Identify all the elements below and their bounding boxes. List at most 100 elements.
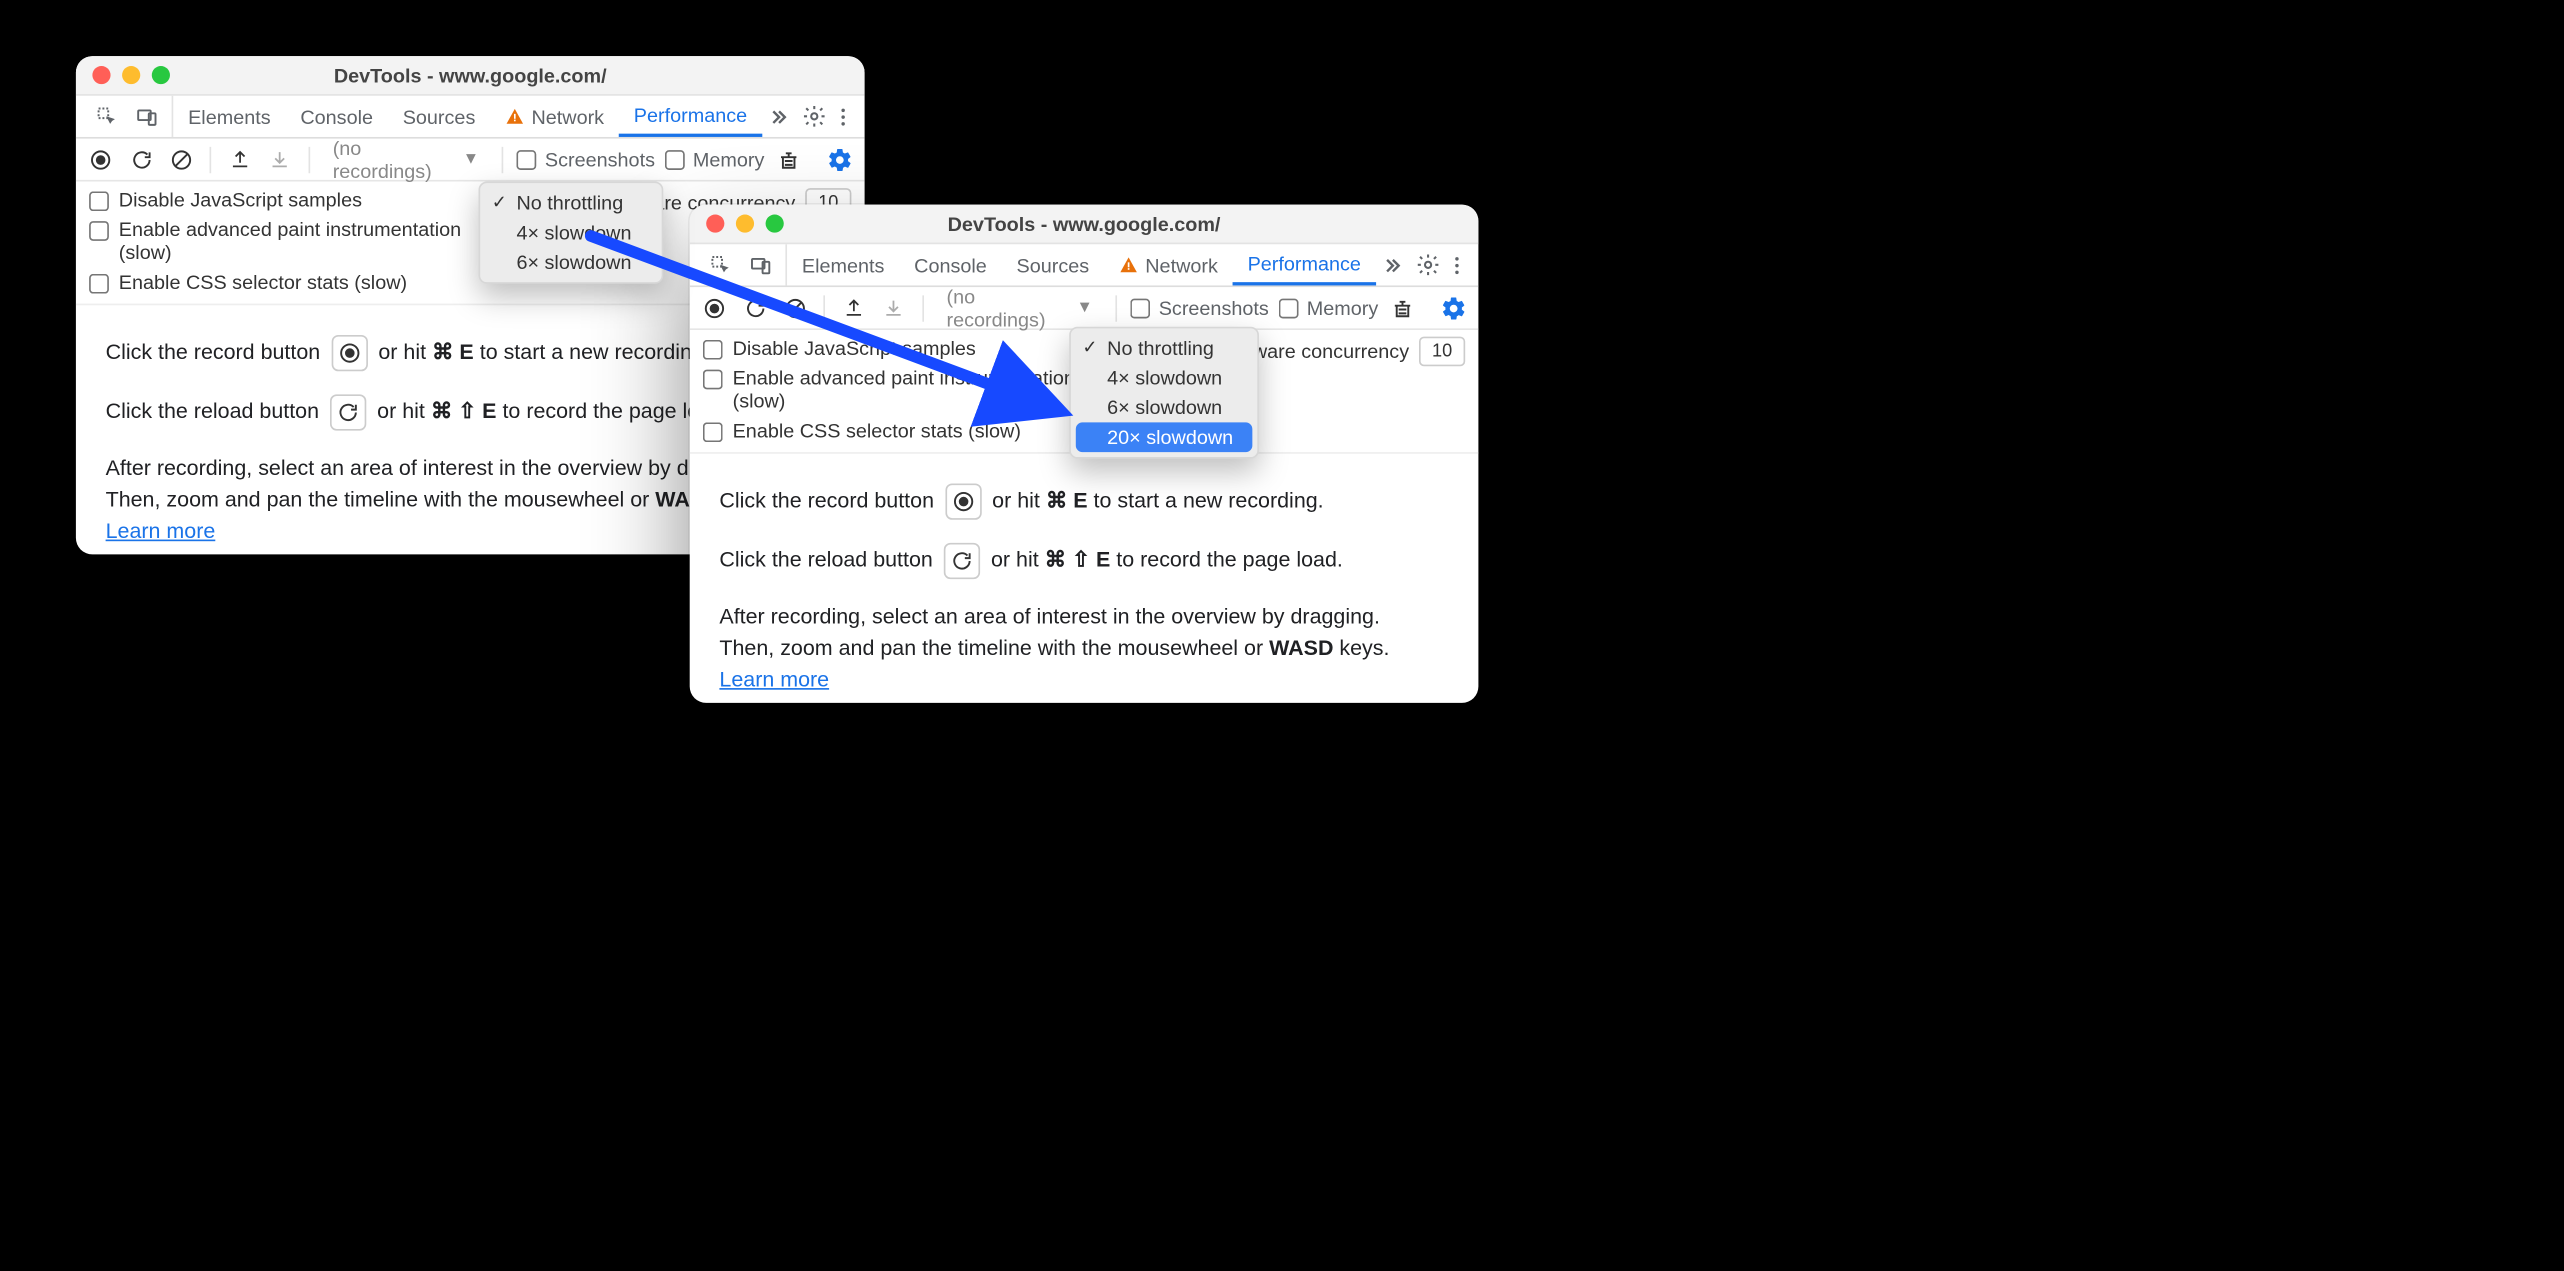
more-tabs-icon[interactable] (1376, 250, 1406, 280)
warning-icon (1119, 255, 1139, 275)
tab-bar: Elements Console Sources Network Perform… (76, 96, 865, 139)
tab-network[interactable]: Network (1104, 244, 1233, 285)
throttle-option-6x[interactable]: 6× slowdown (1071, 393, 1258, 423)
disable-js-checkbox[interactable] (703, 340, 723, 360)
css-selector-checkbox[interactable] (89, 274, 109, 294)
device-toolbar-icon[interactable] (746, 250, 776, 280)
record-button[interactable] (86, 143, 116, 176)
advanced-paint-label: Enable advanced paint instrumentation (s… (733, 366, 1119, 412)
advanced-paint-checkbox[interactable] (89, 221, 109, 241)
css-selector-checkbox[interactable] (703, 422, 723, 442)
screenshots-label: Screenshots (545, 148, 655, 171)
css-selector-label: Enable CSS selector stats (slow) (733, 419, 1021, 442)
recordings-select[interactable]: (no recordings) ▼ (937, 291, 1103, 324)
reload-inline-icon (944, 543, 980, 579)
memory-checkbox[interactable]: Memory (1279, 296, 1379, 319)
recordings-select[interactable]: (no recordings) ▼ (323, 143, 489, 176)
titlebar: DevTools - www.google.com/ (690, 205, 1479, 245)
record-shortcut: ⌘ E (432, 339, 474, 364)
screenshots-checkbox[interactable]: Screenshots (517, 148, 655, 171)
clear-button[interactable] (166, 143, 196, 176)
minimize-icon[interactable] (736, 215, 754, 233)
record-hint-tail: to start a new recording. (1094, 487, 1324, 512)
tab-console[interactable]: Console (899, 244, 1001, 285)
upload-profile-button[interactable] (838, 291, 868, 324)
tab-sources[interactable]: Sources (388, 96, 490, 137)
record-hint-suffix: or hit (378, 339, 432, 364)
settings-gear-icon[interactable] (1412, 250, 1442, 280)
chevron-down-icon: ▼ (1076, 299, 1092, 317)
throttle-option-none[interactable]: No throttling (1071, 333, 1258, 363)
collect-garbage-button[interactable] (1388, 291, 1418, 324)
after-line2a: Then, zoom and pan the timeline with the… (719, 635, 1269, 660)
inspect-icon[interactable] (706, 250, 736, 280)
tab-performance[interactable]: Performance (619, 96, 762, 137)
memory-checkbox[interactable]: Memory (665, 148, 765, 171)
inspect-icon[interactable] (92, 101, 122, 131)
download-profile-button[interactable] (878, 291, 908, 324)
capture-settings-icon[interactable] (1438, 291, 1468, 324)
close-icon[interactable] (92, 66, 110, 84)
record-inline-icon (945, 483, 981, 519)
upload-profile-button[interactable] (224, 143, 254, 176)
record-shortcut: ⌘ E (1046, 487, 1088, 512)
reload-button[interactable] (740, 291, 770, 324)
hw-conc-value[interactable]: 10 (1419, 337, 1465, 367)
settings-gear-icon[interactable] (799, 101, 829, 131)
tab-bar: Elements Console Sources Network Perform… (690, 244, 1479, 287)
reload-hint-suffix: or hit (377, 398, 431, 423)
kebab-menu-icon[interactable] (1442, 250, 1472, 280)
tab-elements[interactable]: Elements (173, 96, 285, 137)
reload-shortcut: ⌘ ⇧ E (1045, 547, 1111, 572)
chevron-down-icon: ▼ (463, 150, 479, 168)
traffic-lights (76, 66, 170, 84)
device-toolbar-icon[interactable] (132, 101, 162, 131)
zoom-icon[interactable] (152, 66, 170, 84)
window-title: DevTools - www.google.com/ (76, 64, 865, 87)
tab-performance[interactable]: Performance (1233, 244, 1376, 285)
tab-sources[interactable]: Sources (1002, 244, 1104, 285)
tab-network[interactable]: Network (490, 96, 619, 137)
record-hint-tail: to start a new recording. (480, 339, 710, 364)
disable-js-checkbox[interactable] (89, 191, 109, 211)
capture-settings: Disable JavaScript samples CPU: Enable a… (690, 330, 1479, 454)
throttle-option-6x[interactable]: 6× slowdown (480, 248, 661, 278)
css-selector-label: Enable CSS selector stats (slow) (119, 271, 407, 294)
collect-garbage-button[interactable] (774, 143, 804, 176)
clear-button[interactable] (780, 291, 810, 324)
memory-label: Memory (693, 148, 765, 171)
cpu-throttling-dropdown[interactable]: No throttling 4× slowdown 6× slowdown 20… (1069, 327, 1259, 459)
minimize-icon[interactable] (122, 66, 140, 84)
download-profile-button[interactable] (265, 143, 295, 176)
after-line2c: keys. (1333, 635, 1389, 660)
record-inline-icon (331, 335, 367, 371)
warning-icon (505, 106, 525, 126)
more-tabs-icon[interactable] (762, 101, 792, 131)
titlebar: DevTools - www.google.com/ (76, 56, 865, 96)
window-title: DevTools - www.google.com/ (690, 212, 1479, 235)
traffic-lights (690, 215, 784, 233)
screenshots-checkbox[interactable]: Screenshots (1131, 296, 1269, 319)
reload-hint-prefix: Click the reload button (719, 547, 938, 572)
close-icon[interactable] (706, 215, 724, 233)
throttle-option-20x[interactable]: 20× slowdown (1076, 422, 1253, 452)
cpu-throttling-dropdown[interactable]: No throttling 4× slowdown 6× slowdown (479, 182, 664, 284)
tab-console[interactable]: Console (286, 96, 388, 137)
learn-more-link[interactable]: Learn more (719, 666, 829, 691)
throttle-option-4x[interactable]: 4× slowdown (480, 218, 661, 248)
after-line1: After recording, select an area of inter… (719, 604, 1380, 629)
throttle-option-none[interactable]: No throttling (480, 188, 661, 218)
reload-button[interactable] (126, 143, 156, 176)
kebab-menu-icon[interactable] (828, 101, 858, 131)
advanced-paint-checkbox[interactable] (703, 370, 723, 390)
record-button[interactable] (700, 291, 730, 324)
zoom-icon[interactable] (766, 215, 784, 233)
memory-label: Memory (1307, 296, 1379, 319)
disable-js-label: Disable JavaScript samples (733, 337, 976, 360)
performance-toolbar: (no recordings) ▼ Screenshots Memory (690, 287, 1479, 330)
throttle-option-4x[interactable]: 4× slowdown (1071, 363, 1258, 393)
record-hint-prefix: Click the record button (719, 487, 940, 512)
tab-elements[interactable]: Elements (787, 244, 899, 285)
learn-more-link[interactable]: Learn more (106, 518, 216, 543)
capture-settings-icon[interactable] (824, 143, 854, 176)
